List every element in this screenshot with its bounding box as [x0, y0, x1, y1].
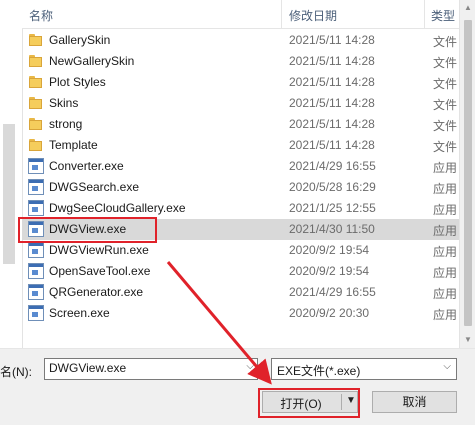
- annotation-arrow: [166, 261, 272, 385]
